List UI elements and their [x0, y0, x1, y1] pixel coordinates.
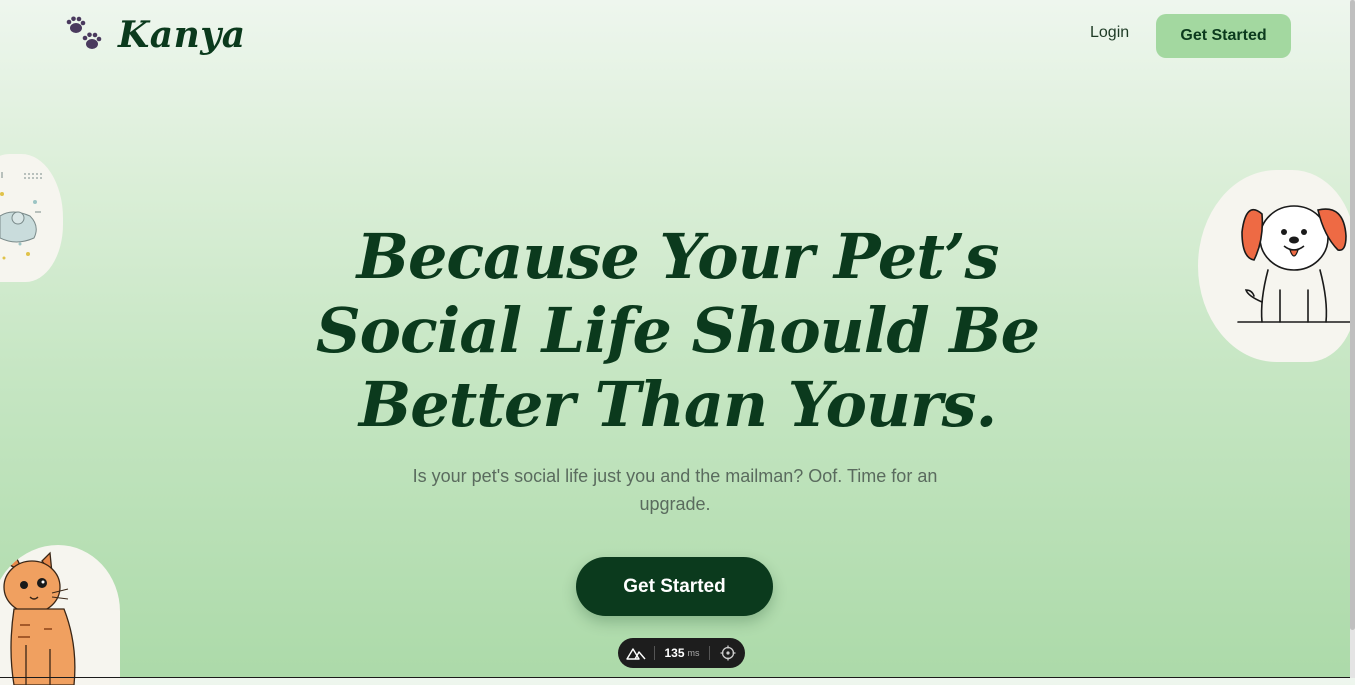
render-time-unit: ms: [687, 648, 700, 658]
nav-get-started-button[interactable]: Get Started: [1156, 14, 1291, 58]
paw-prints-icon: [64, 15, 104, 55]
brand-logo-link[interactable]: Kanya: [64, 14, 246, 56]
devtools-bar[interactable]: 135 ms: [618, 638, 745, 668]
dog-cat-pattern-illustration: [0, 154, 63, 282]
nuxt-logo-icon[interactable]: [618, 638, 654, 668]
hero-title: Because Your Pet’s Social Life Should Be…: [315, 220, 1040, 441]
brand-name: Kanya: [118, 14, 246, 56]
render-time-value: 135: [664, 646, 685, 660]
cat-illustration: [0, 545, 120, 685]
hero-subtitle: Is your pet's social life just you and t…: [412, 466, 938, 514]
dog-illustration: [1198, 170, 1355, 362]
site-header: Kanya Login Get Started: [0, 0, 1350, 72]
login-link[interactable]: Login: [1090, 24, 1129, 42]
hero-get-started-button[interactable]: Get Started: [576, 557, 773, 616]
scrollbar[interactable]: [1350, 0, 1355, 678]
render-time-readout[interactable]: 135 ms: [655, 638, 709, 668]
crosshair-icon[interactable]: [710, 638, 745, 668]
scrollbar-thumb[interactable]: [1350, 0, 1355, 630]
